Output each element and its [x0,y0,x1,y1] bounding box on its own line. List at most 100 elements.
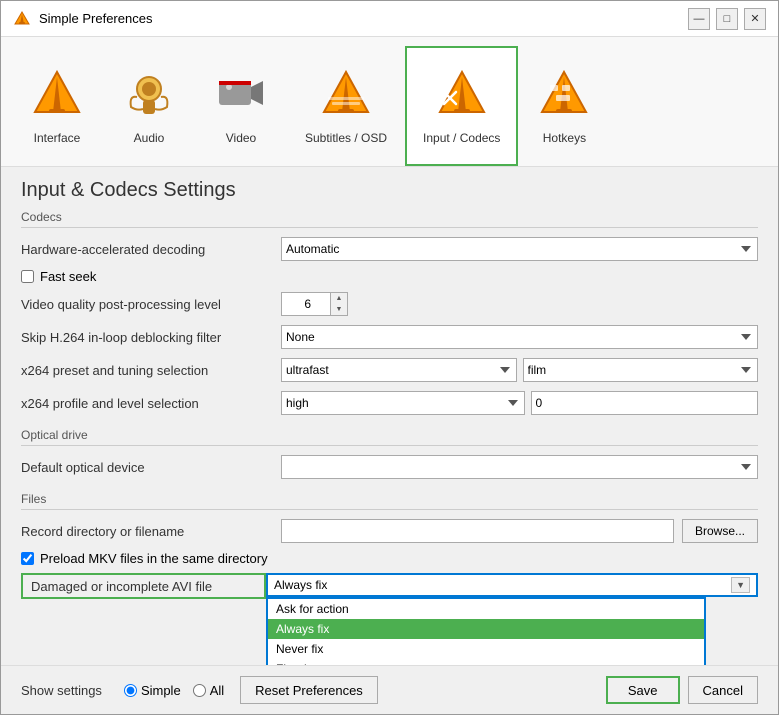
optical-device-row: Default optical device [21,454,758,480]
record-dir-input[interactable] [281,519,674,543]
x264-preset-dual: ultrafast film [281,358,758,382]
input-codecs-icon [434,67,490,123]
optical-device-select[interactable] [281,455,758,479]
footer-left: Show settings Simple All Reset Preferenc… [21,676,606,704]
nav-item-input-codecs[interactable]: Input / Codecs [405,46,518,166]
window-controls: — □ ✕ [688,8,766,30]
audio-icon [121,67,177,123]
codecs-header: Codecs [21,210,758,228]
x264-level-input[interactable] [531,391,759,415]
x264-profile-dual: high [281,391,758,415]
simple-radio[interactable] [124,684,137,697]
content-area: Input & Codecs Settings Codecs Hardware-… [1,167,778,665]
nav-label-input-codecs: Input / Codecs [423,131,500,145]
avi-option-ask[interactable]: Ask for action [268,599,704,619]
footer-right: Save Cancel [606,676,758,704]
save-button[interactable]: Save [606,676,680,704]
interface-icon [29,67,85,123]
fast-seek-label: Fast seek [40,269,96,284]
nav-label-interface: Interface [34,131,81,145]
window-title: Simple Preferences [39,11,688,26]
skip-h264-control: None [281,325,758,349]
vq-spinner: ▲ ▼ [281,292,758,316]
preload-mkv-row: Preload MKV files in the same directory [21,551,758,566]
title-bar: Simple Preferences — □ ✕ [1,1,778,37]
nav-item-subtitles[interactable]: Subtitles / OSD [287,46,405,166]
footer: Show settings Simple All Reset Preferenc… [1,665,778,714]
vlc-icon [13,10,31,28]
files-section: Files Record directory or filename Brows… [21,492,758,599]
preload-mkv-label: Preload MKV files in the same directory [40,551,268,566]
x264-preset-row: x264 preset and tuning selection ultrafa… [21,357,758,383]
avi-option-always-fix[interactable]: Always fix [268,619,704,639]
x264-profile-control: high [281,391,758,415]
nav-item-interface[interactable]: Interface [11,46,103,166]
maximize-button[interactable]: □ [716,8,738,30]
reset-preferences-button[interactable]: Reset Preferences [240,676,378,704]
avi-dropdown-list: Ask for action Always fix Never fix Fix … [268,599,704,665]
scrollable-content: Codecs Hardware-accelerated decoding Aut… [1,210,778,665]
nav-label-audio: Audio [134,131,165,145]
nav-label-hotkeys: Hotkeys [543,131,586,145]
record-dir-label: Record directory or filename [21,524,281,539]
browse-button[interactable]: Browse... [682,519,758,543]
radio-group: Simple All [124,683,224,698]
x264-profile-select[interactable]: high [281,391,525,415]
skip-h264-select[interactable]: None [281,325,758,349]
hw-decoding-select[interactable]: Automatic [281,237,758,261]
record-dir-control: Browse... [281,519,758,543]
optical-device-label: Default optical device [21,460,281,475]
nav-item-hotkeys[interactable]: Hotkeys [518,46,610,166]
avi-option-never-fix[interactable]: Never fix [268,639,704,659]
vq-increment-button[interactable]: ▲ [331,293,347,304]
skip-h264-row: Skip H.264 in-loop deblocking filter Non… [21,324,758,350]
nav-item-audio[interactable]: Audio [103,46,195,166]
all-radio-label[interactable]: All [193,683,224,698]
x264-tuning-select[interactable]: film [523,358,759,382]
skip-h264-label: Skip H.264 in-loop deblocking filter [21,330,281,345]
avi-selected-value: Always fix [274,578,327,592]
avi-dropdown-popup: Ask for action Always fix Never fix Fix … [266,597,706,665]
show-settings-label: Show settings [21,683,102,698]
preload-mkv-checkbox[interactable] [21,552,34,565]
hw-decoding-row: Hardware-accelerated decoding Automatic [21,236,758,262]
files-header: Files [21,492,758,510]
fast-seek-checkbox[interactable] [21,270,34,283]
x264-preset-select[interactable]: ultrafast [281,358,517,382]
hotkeys-icon [536,67,592,123]
nav-label-subtitles: Subtitles / OSD [305,131,387,145]
vq-control: ▲ ▼ [281,292,758,316]
avi-select-display[interactable]: Always fix ▼ [266,573,758,597]
x264-preset-control: ultrafast film [281,358,758,382]
optical-device-control [281,455,758,479]
all-radio[interactable] [193,684,206,697]
fast-seek-row: Fast seek [21,269,758,284]
nav-bar: Interface Audio Video [1,37,778,167]
codecs-section: Codecs Hardware-accelerated decoding Aut… [21,210,758,416]
avi-control: Always fix ▼ Ask for action Always fix N… [266,573,758,597]
minimize-button[interactable]: — [688,8,710,30]
browse-row: Browse... [281,519,758,543]
x264-profile-label: x264 profile and level selection [21,396,281,411]
optical-header: Optical drive [21,428,758,446]
hw-decoding-control: Automatic [281,237,758,261]
optical-section: Optical drive Default optical device [21,428,758,480]
vq-spin-buttons: ▲ ▼ [331,292,348,316]
subtitles-icon [318,67,374,123]
avi-option-fix-when-necessary[interactable]: Fix when necessary [268,659,704,665]
x264-preset-label: x264 preset and tuning selection [21,363,281,378]
close-button[interactable]: ✕ [744,8,766,30]
x264-profile-row: x264 profile and level selection high [21,390,758,416]
hw-decoding-label: Hardware-accelerated decoding [21,242,281,257]
simple-radio-label[interactable]: Simple [124,683,181,698]
vq-decrement-button[interactable]: ▼ [331,304,347,315]
vq-input[interactable] [281,292,331,316]
nav-item-video[interactable]: Video [195,46,287,166]
avi-file-row: Damaged or incomplete AVI file Always fi… [21,573,758,599]
cancel-button[interactable]: Cancel [688,676,758,704]
record-dir-row: Record directory or filename Browse... [21,518,758,544]
vq-row: Video quality post-processing level ▲ ▼ [21,291,758,317]
main-window: Simple Preferences — □ ✕ Interface [0,0,779,715]
simple-label: Simple [141,683,181,698]
avi-label: Damaged or incomplete AVI file [21,573,266,599]
